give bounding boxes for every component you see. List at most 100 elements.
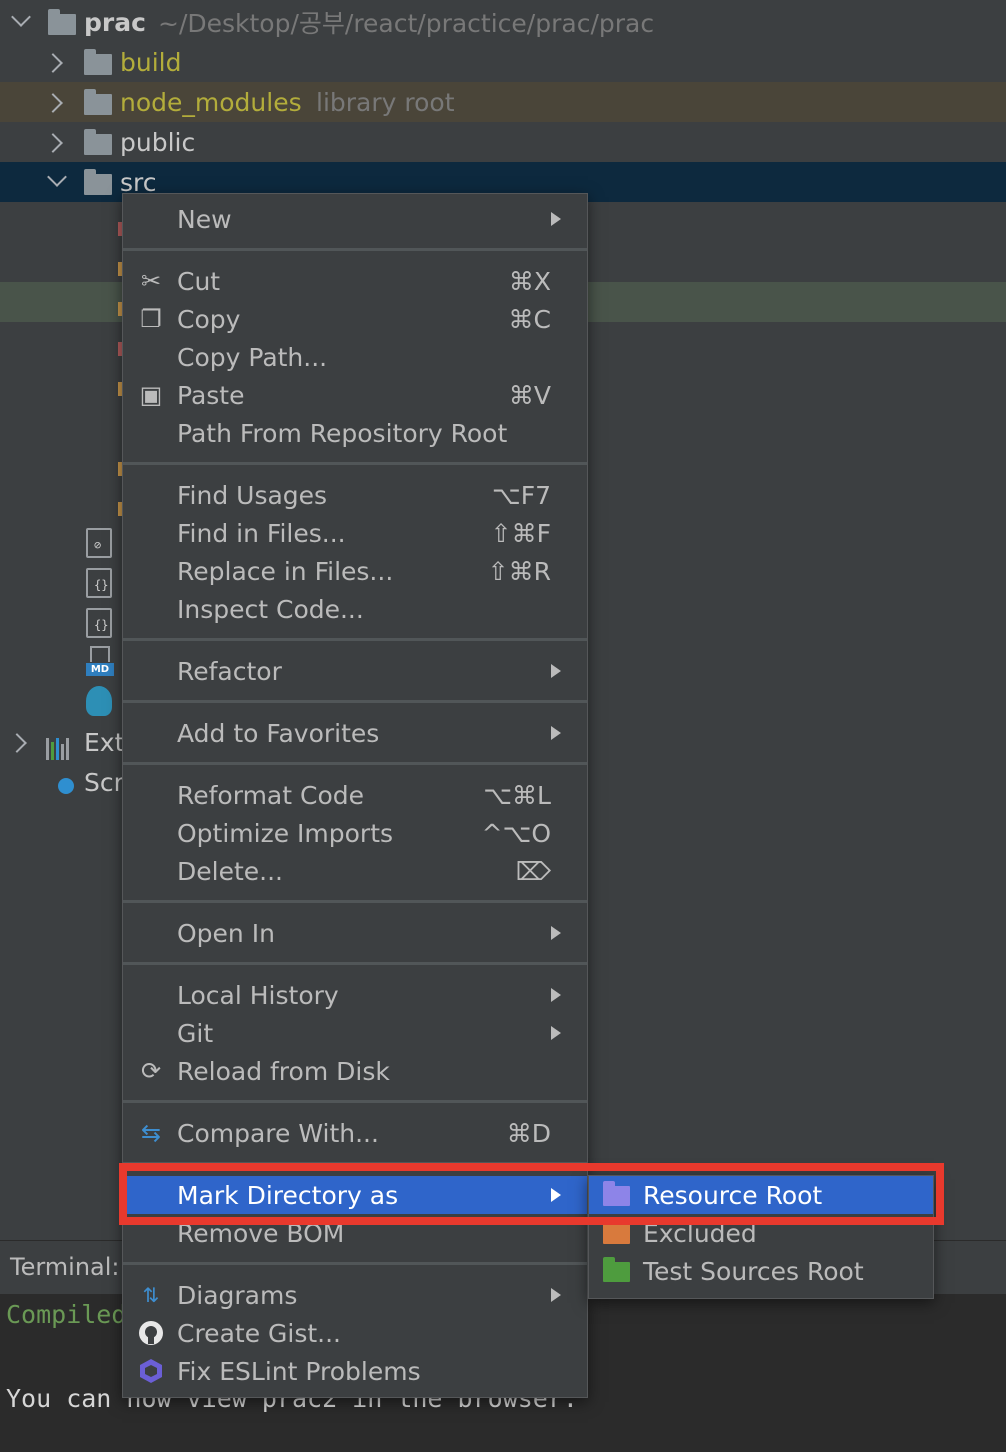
menu-item-path-from-repo[interactable]: Path From Repository Root <box>123 414 587 452</box>
chevron-right-icon[interactable] <box>43 93 63 113</box>
terminal-title: Terminal: <box>10 1253 120 1281</box>
menu-item-inspect-code[interactable]: Inspect Code... <box>123 590 587 628</box>
menu-separator <box>123 700 587 703</box>
menu-item-label: Copy Path... <box>177 343 328 372</box>
menu-item-optimize-imports[interactable]: Optimize Imports ^⌥O <box>123 814 587 852</box>
submenu-arrow-icon <box>551 664 561 678</box>
gitignore-file-icon: ⊘ <box>86 528 112 558</box>
chevron-down-icon[interactable] <box>47 167 67 187</box>
menu-item-reload-from-disk[interactable]: ⟳ Reload from Disk <box>123 1052 587 1090</box>
compare-icon: ⇆ <box>140 1119 162 1147</box>
menu-item-compare-with[interactable]: ⇆ Compare With... ⌘D <box>123 1114 587 1152</box>
menu-item-new[interactable]: New <box>123 200 587 238</box>
menu-item-label: Optimize Imports <box>177 819 394 848</box>
tree-row-build[interactable]: build <box>0 42 1006 82</box>
menu-item-add-to-favorites[interactable]: Add to Favorites <box>123 714 587 752</box>
menu-item-label: Mark Directory as <box>177 1181 399 1210</box>
menu-item-label: Add to Favorites <box>177 719 380 748</box>
submenu-item-excluded[interactable]: Excluded <box>589 1214 933 1252</box>
menu-item-label: Inspect Code... <box>177 595 364 624</box>
menu-shortcut: ⌥⌘L <box>483 781 551 810</box>
submenu-arrow-icon <box>551 726 561 740</box>
menu-item-refactor[interactable]: Refactor <box>123 652 587 690</box>
menu-shortcut: ⌘V <box>508 381 551 410</box>
menu-item-copy-path[interactable]: Copy Path... <box>123 338 587 376</box>
menu-item-open-in[interactable]: Open In <box>123 914 587 952</box>
submenu-item-resource-root[interactable]: Resource Root <box>589 1176 933 1214</box>
menu-separator <box>123 1262 587 1265</box>
tree-row-public[interactable]: public <box>0 122 1006 162</box>
menu-separator <box>123 462 587 465</box>
delete-key-icon: ⌦ <box>515 857 551 886</box>
menu-separator <box>123 962 587 965</box>
menu-item-fix-eslint[interactable]: Fix ESLint Problems <box>123 1352 587 1390</box>
menu-item-label: Remove BOM <box>177 1219 345 1248</box>
json-file-icon: {} <box>86 608 112 638</box>
menu-item-diagrams[interactable]: ⇅ Diagrams <box>123 1276 587 1314</box>
menu-item-label: Replace in Files... <box>177 557 394 586</box>
menu-item-create-gist[interactable]: Create Gist... <box>123 1314 587 1352</box>
chevron-right-icon[interactable] <box>43 53 63 73</box>
menu-item-label: Copy <box>177 305 241 334</box>
markdown-file-icon: MD <box>86 646 114 676</box>
folder-name-build: build <box>120 47 182 77</box>
menu-separator <box>123 1162 587 1165</box>
reload-icon: ⟳ <box>140 1057 162 1085</box>
chevron-right-icon[interactable] <box>43 133 63 153</box>
menu-item-find-in-files[interactable]: Find in Files... ⇧⌘F <box>123 514 587 552</box>
chevron-right-icon[interactable] <box>7 733 27 753</box>
menu-item-label: Reload from Disk <box>177 1057 390 1086</box>
menu-item-label: Fix ESLint Problems <box>177 1357 421 1386</box>
clipboard-icon: ▣ <box>139 381 163 409</box>
folder-icon <box>48 9 76 35</box>
scissors-icon: ✂ <box>140 267 162 295</box>
menu-item-label: Diagrams <box>177 1281 298 1310</box>
menu-item-cut[interactable]: ✂ Cut ⌘X <box>123 262 587 300</box>
menu-separator <box>123 248 587 251</box>
eslint-icon <box>137 1357 165 1385</box>
menu-item-git[interactable]: Git <box>123 1014 587 1052</box>
tree-row-node-modules[interactable]: node_modules library root <box>0 82 1006 122</box>
menu-item-label: Local History <box>177 981 339 1010</box>
excluded-folder-icon <box>603 1219 630 1244</box>
external-libraries-label: Ext <box>84 727 125 757</box>
menu-shortcut: ⌘D <box>506 1119 551 1148</box>
library-icon <box>46 731 76 760</box>
menu-shortcut: ^⌥O <box>481 819 551 848</box>
root-folder-name: prac <box>84 7 146 37</box>
library-root-hint: library root <box>316 87 455 117</box>
submenu-item-label: Excluded <box>643 1219 757 1248</box>
menu-item-label: Paste <box>177 381 245 410</box>
folder-name-node-modules: node_modules <box>120 87 302 117</box>
menu-item-label: Open In <box>177 919 275 948</box>
resource-folder-icon <box>603 1181 630 1206</box>
menu-item-reformat-code[interactable]: Reformat Code ⌥⌘L <box>123 776 587 814</box>
folder-icon <box>84 89 112 115</box>
menu-item-label: Cut <box>177 267 221 296</box>
menu-item-remove-bom[interactable]: Remove BOM <box>123 1214 587 1252</box>
menu-shortcut: ⌘X <box>508 267 551 296</box>
submenu-item-label: Resource Root <box>643 1181 823 1210</box>
submenu-item-test-sources-root[interactable]: Test Sources Root <box>589 1252 933 1290</box>
menu-item-delete[interactable]: Delete... ⌦ <box>123 852 587 890</box>
menu-item-find-usages[interactable]: Find Usages ⌥F7 <box>123 476 587 514</box>
menu-item-replace-in-files[interactable]: Replace in Files... ⇧⌘R <box>123 552 587 590</box>
menu-separator <box>123 900 587 903</box>
tree-row-root[interactable]: prac ~/Desktop/공부/react/practice/prac/pr… <box>0 2 1006 42</box>
menu-item-mark-directory-as[interactable]: Mark Directory as <box>123 1176 587 1214</box>
menu-separator <box>123 1100 587 1103</box>
test-folder-icon <box>603 1257 630 1282</box>
root-folder-path: ~/Desktop/공부/react/practice/prac/prac <box>158 9 655 38</box>
github-icon <box>137 1319 165 1347</box>
submenu-arrow-icon <box>551 212 561 226</box>
menu-item-paste[interactable]: ▣ Paste ⌘V <box>123 376 587 414</box>
menu-item-label: Create Gist... <box>177 1319 342 1348</box>
submenu-arrow-icon <box>551 1026 561 1040</box>
submenu-arrow-icon <box>551 1188 561 1202</box>
menu-item-label: Git <box>177 1019 214 1048</box>
chevron-down-icon[interactable] <box>11 7 31 27</box>
menu-item-local-history[interactable]: Local History <box>123 976 587 1014</box>
terminal-line: Compiled <box>6 1300 127 1329</box>
menu-item-copy[interactable]: ❐ Copy ⌘C <box>123 300 587 338</box>
menu-item-label: New <box>177 205 232 234</box>
